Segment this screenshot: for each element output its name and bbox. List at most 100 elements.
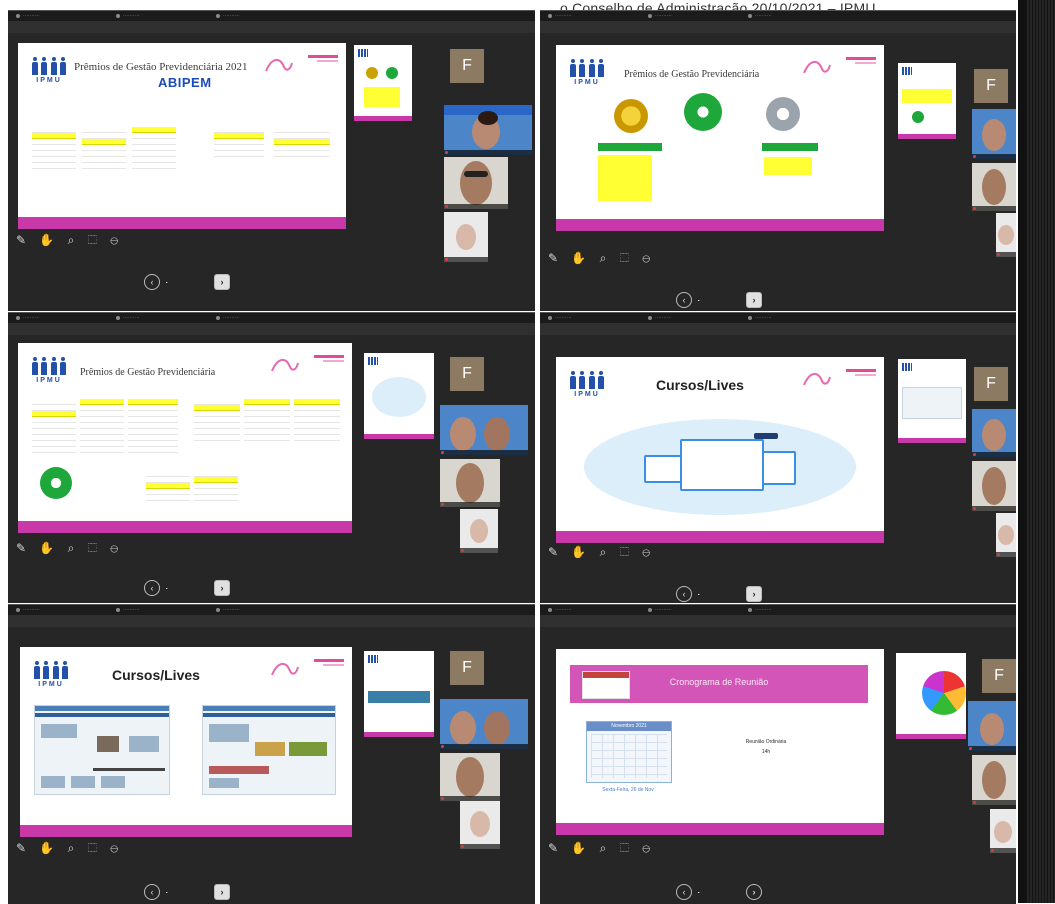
next-slide-button[interactable]: ›: [214, 580, 230, 596]
pink-ribbon-icon: [268, 657, 302, 679]
meeting-panel-5: ·········· ·········· ·········· IPMU Cu…: [8, 604, 535, 904]
next-slide-button[interactable]: ›: [214, 274, 230, 290]
slide-view: IPMU Cursos/Lives: [556, 357, 884, 543]
tab-item[interactable]: ··········: [216, 607, 326, 613]
presentation-toolbar[interactable]: ✎ ✋ ⌕ ⬚ ⊖: [16, 233, 123, 247]
award-table-column: [194, 393, 240, 441]
window-titlebar: [540, 615, 1016, 627]
calendar-widget: Novembro 2021: [586, 721, 672, 783]
slide-title-banner: Cronograma de Reunião: [570, 665, 868, 703]
participant-avatar: F: [450, 651, 484, 685]
participant-video: [440, 405, 528, 455]
tab-item[interactable]: ··········: [116, 607, 206, 613]
presentation-toolbar[interactable]: ✎ ✋ ⌕ ⬚ ⊖: [548, 545, 655, 559]
pink-ribbon-icon: [800, 55, 834, 77]
previous-slide-button[interactable]: ‹: [676, 586, 692, 602]
tab-item[interactable]: ··········: [748, 13, 858, 19]
participant-video: [444, 105, 532, 155]
tab-item[interactable]: ··········: [16, 315, 106, 321]
participant-video: [968, 701, 1016, 751]
campaign-logo: [314, 659, 344, 673]
campaign-logo: [308, 55, 338, 69]
next-slide-button[interactable]: ›: [214, 884, 230, 900]
slide-nav: ‹ ›: [144, 579, 264, 596]
slide-view: IPMU Prêmios de Gestão Previdenciária: [556, 45, 884, 231]
tab-item[interactable]: ··········: [116, 315, 206, 321]
slide-view: IPMU Cursos/Lives: [20, 647, 352, 837]
presentation-toolbar[interactable]: ✎ ✋ ⌕ ⬚ ⊖: [548, 251, 655, 265]
tab-item[interactable]: ··········: [548, 607, 638, 613]
tab-item[interactable]: ··········: [548, 13, 638, 19]
tab-item[interactable]: ··········: [648, 607, 738, 613]
campaign-logo: [846, 369, 876, 383]
tab-item[interactable]: ··········: [748, 607, 858, 613]
previous-slide-button[interactable]: ‹: [144, 884, 160, 900]
next-slide-button[interactable]: ›: [746, 586, 762, 602]
presentation-toolbar[interactable]: ✎ ✋ ⌕ ⬚ ⊖: [548, 841, 655, 855]
previous-slide-button[interactable]: ‹: [144, 580, 160, 596]
participant-video: [440, 753, 500, 801]
slide-counter: [698, 887, 699, 893]
participant-video: [440, 459, 500, 507]
tab-item[interactable]: ··········: [748, 315, 858, 321]
green-seal-icon: [40, 467, 72, 499]
award-table-column: [128, 393, 178, 453]
tab-bar: ·········· ·········· ··········: [8, 605, 535, 615]
slide-view: Cronograma de Reunião Novembro 2021 Sext…: [556, 649, 884, 835]
slide-thumbnail[interactable]: [364, 651, 434, 737]
next-slide-button[interactable]: ›: [746, 292, 762, 308]
slide-counter: [166, 583, 167, 589]
slide-title: Cronograma de Reunião: [669, 677, 769, 687]
tab-bar: ·········· ·········· ··········: [540, 605, 1016, 615]
award-label: [598, 143, 662, 151]
award-table-column: [244, 393, 290, 441]
participant-video: [990, 809, 1016, 853]
slide-thumbnail[interactable]: [898, 359, 966, 443]
ipmu-logo: IPMU: [570, 371, 604, 401]
course-screenshot: [34, 705, 170, 795]
slide-thumbnail[interactable]: [898, 63, 956, 139]
slide-title: Prêmios de Gestão Previdenciária: [624, 69, 760, 80]
tab-item[interactable]: ··········: [216, 13, 326, 19]
previous-slide-button[interactable]: ‹: [676, 292, 692, 308]
participant-avatar: F: [450, 357, 484, 391]
campaign-logo: [314, 355, 344, 369]
tab-item[interactable]: ··········: [548, 315, 638, 321]
slide-thumbnail[interactable]: [354, 45, 412, 121]
window-titlebar: [540, 323, 1016, 335]
tab-item[interactable]: ··········: [216, 315, 326, 321]
notes-label: [354, 127, 355, 133]
window-titlebar: [8, 21, 535, 33]
slide-nav: ‹ ›: [676, 291, 796, 308]
previous-slide-button[interactable]: ‹: [144, 274, 160, 290]
slide-title: Prêmios de Gestão Previdenciária: [80, 367, 216, 378]
tab-item[interactable]: ··········: [16, 13, 106, 19]
slide-thumbnail[interactable]: [364, 353, 434, 439]
participant-video: [444, 157, 508, 209]
presentation-toolbar[interactable]: ✎ ✋ ⌕ ⬚ ⊖: [16, 541, 123, 555]
pink-ribbon-icon: [800, 367, 834, 389]
slide-thumbnail[interactable]: [896, 653, 966, 739]
slide-nav: ‹ ›: [144, 883, 264, 900]
previous-slide-button[interactable]: ‹: [676, 884, 692, 900]
tab-item[interactable]: ··········: [648, 13, 738, 19]
scan-edge: [1018, 0, 1026, 903]
tab-item[interactable]: ··········: [648, 315, 738, 321]
presentation-toolbar[interactable]: ✎ ✋ ⌕ ⬚ ⊖: [16, 841, 123, 855]
tab-item[interactable]: ··········: [116, 13, 206, 19]
silver-seal-icon: [766, 97, 800, 131]
slide-counter: [698, 589, 699, 595]
award-table-column: [132, 115, 176, 169]
award-table-column: [194, 471, 238, 501]
participant-video: [440, 699, 528, 749]
award-table-column: [274, 115, 330, 157]
slide-title: Cursos/Lives: [656, 377, 744, 393]
next-slide-button[interactable]: ›: [746, 884, 762, 900]
slide-footer: [20, 825, 352, 837]
meeting-panel-3: ·········· ·········· ·········· IPMU Pr…: [8, 312, 535, 603]
tab-item[interactable]: ··········: [16, 607, 106, 613]
tab-bar: ·········· ·········· ··········: [8, 11, 535, 21]
slide-view: IPMU Prêmios de Gestão Previdenciária 20…: [18, 43, 346, 229]
gold-medal-icon: [614, 99, 648, 133]
notes-label: [364, 443, 365, 449]
